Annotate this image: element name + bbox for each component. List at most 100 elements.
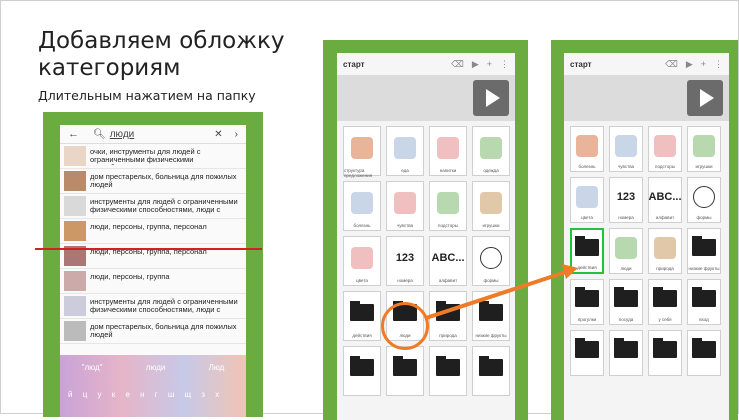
suggestion-item[interactable]: "люд" bbox=[82, 363, 103, 372]
search-result-row[interactable]: дом престарелых, больница для пожилых лю… bbox=[60, 169, 246, 194]
symbol-tile[interactable]: прогулки bbox=[570, 279, 604, 325]
symbol-tile[interactable]: чувства bbox=[386, 181, 424, 231]
folder-icon bbox=[692, 287, 716, 307]
symbol-tile[interactable] bbox=[429, 346, 467, 396]
symbol-tile[interactable]: низкие фрукты bbox=[687, 228, 721, 274]
folder-icon bbox=[436, 301, 460, 321]
pictogram-icon bbox=[654, 236, 676, 259]
search-result-row[interactable]: люди, персоны, группа bbox=[60, 269, 246, 294]
symbol-tile[interactable]: структура предложения bbox=[343, 126, 381, 178]
keyboard-keys[interactable]: й ц у к е н г ш щ з х bbox=[60, 372, 246, 399]
play-small-icon[interactable]: ▶ bbox=[686, 59, 693, 70]
suggestion-item[interactable]: люди bbox=[146, 363, 166, 372]
symbol-tile[interactable] bbox=[570, 330, 604, 376]
slide-title: Добавляем обложку категориям bbox=[38, 28, 285, 81]
symbol-tile[interactable]: формы bbox=[472, 236, 510, 286]
keyboard-suggestions: "люд" люди Люд bbox=[60, 355, 246, 372]
forward-arrow-icon[interactable]: › bbox=[235, 129, 238, 140]
symbol-tile[interactable]: чувства bbox=[609, 126, 643, 172]
symbol-tile[interactable]: игрушки bbox=[472, 181, 510, 231]
backspace-icon[interactable]: ⌫ bbox=[451, 59, 464, 70]
symbol-tile[interactable]: действия bbox=[570, 228, 604, 274]
symbol-tile[interactable]: природа bbox=[648, 228, 682, 274]
search-input[interactable]: люди bbox=[110, 129, 135, 140]
symbol-tile[interactable]: вход bbox=[687, 279, 721, 325]
symbol-tile[interactable]: низкие фрукты bbox=[472, 291, 510, 341]
symbol-picture bbox=[571, 331, 603, 368]
symbol-label: игрушки bbox=[695, 164, 713, 169]
back-arrow-icon[interactable]: ← bbox=[68, 128, 79, 140]
suggestion-item[interactable]: Люд bbox=[209, 363, 225, 372]
keyboard[interactable]: "люд" люди Люд й ц у к е н г ш щ з х bbox=[60, 355, 246, 417]
symbol-thumbnail bbox=[64, 171, 86, 191]
symbol-tile[interactable]: цвета bbox=[343, 236, 381, 286]
search-result-row[interactable]: инструменты для людей с ограниченными фи… bbox=[60, 194, 246, 219]
symbol-tile[interactable]: посуда bbox=[609, 279, 643, 325]
search-result-label: дом престарелых, больница для пожилых лю… bbox=[90, 322, 237, 339]
search-result-label: люди, персоны, группа, персонал bbox=[90, 247, 207, 256]
backspace-icon[interactable]: ⌫ bbox=[665, 59, 678, 70]
search-result-row[interactable]: дом престарелых, больница для пожилых лю… bbox=[60, 319, 246, 344]
search-result-label: инструменты для людей с ограниченными фи… bbox=[90, 197, 238, 215]
folder-icon bbox=[350, 301, 374, 321]
play-small-icon[interactable]: ▶ bbox=[472, 59, 479, 70]
symbol-tile[interactable] bbox=[648, 330, 682, 376]
play-button[interactable] bbox=[687, 80, 723, 116]
folder-icon bbox=[479, 301, 503, 321]
symbol-tile[interactable]: формы bbox=[687, 177, 721, 223]
symbol-tile[interactable]: ABC... алфавит bbox=[429, 236, 467, 286]
symbol-tile[interactable]: одежда bbox=[472, 126, 510, 176]
symbol-tile[interactable] bbox=[687, 330, 721, 376]
symbol-picture bbox=[688, 331, 720, 368]
symbol-tile[interactable]: природа bbox=[429, 291, 467, 341]
symbol-tile[interactable]: подсторы bbox=[648, 126, 682, 172]
symbol-tile[interactable] bbox=[386, 346, 424, 396]
symbol-tile[interactable] bbox=[472, 346, 510, 396]
symbol-tile[interactable]: действия bbox=[343, 291, 381, 341]
symbol-tile[interactable]: болезнь bbox=[343, 181, 381, 231]
search-result-label: дом престарелых, больница для пожилых лю… bbox=[90, 172, 237, 189]
symbol-tile[interactable] bbox=[343, 346, 381, 396]
folder-icon bbox=[350, 356, 374, 376]
symbol-tile[interactable]: еда bbox=[386, 126, 424, 176]
symbol-picture: ABC... bbox=[649, 178, 682, 215]
add-icon[interactable]: + bbox=[701, 59, 706, 69]
clear-icon[interactable]: ✕ bbox=[214, 129, 222, 140]
symbol-label: природа bbox=[439, 333, 457, 338]
symbol-tile[interactable]: игрушки bbox=[687, 126, 721, 172]
symbol-tile[interactable]: подсторы bbox=[429, 181, 467, 231]
more-icon[interactable]: ⋮ bbox=[500, 59, 509, 70]
app-screenshot-left: старт ⌫ ▶ + ⋮ структура предложения еда на… bbox=[323, 40, 528, 420]
more-icon[interactable]: ⋮ bbox=[714, 59, 723, 70]
app-toolbar: старт ⌫ ▶ + ⋮ bbox=[564, 53, 729, 75]
symbol-tile[interactable]: люди bbox=[609, 228, 643, 274]
folder-icon bbox=[653, 287, 677, 307]
pictogram-icon bbox=[576, 134, 598, 157]
symbol-tile[interactable]: напитки bbox=[429, 126, 467, 176]
play-button[interactable] bbox=[473, 80, 509, 116]
pictogram-icon bbox=[480, 191, 502, 214]
symbol-tile[interactable]: ABC... алфавит bbox=[648, 177, 682, 223]
search-result-row[interactable]: люди, персоны, группа, персонал bbox=[60, 219, 246, 244]
search-result-label: очки, инструменты для людей с ограниченн… bbox=[90, 147, 201, 165]
search-result-row[interactable]: инструменты для людей с ограниченными фи… bbox=[60, 294, 246, 319]
symbol-tile[interactable]: болезнь bbox=[570, 126, 604, 172]
folder-icon bbox=[575, 338, 599, 358]
search-bar[interactable]: ← 🔍︎ люди ✕ › bbox=[60, 125, 246, 144]
folder-icon bbox=[575, 236, 599, 256]
pictogram-icon bbox=[576, 185, 598, 208]
symbol-tile[interactable] bbox=[609, 330, 643, 376]
symbol-tile[interactable]: у себя bbox=[648, 279, 682, 325]
add-icon[interactable]: + bbox=[487, 59, 492, 69]
symbol-label: еда bbox=[401, 168, 409, 173]
symbol-thumbnail bbox=[64, 146, 86, 166]
symbol-label: номера bbox=[397, 278, 413, 283]
folder-icon bbox=[436, 356, 460, 376]
folder-icon bbox=[614, 338, 638, 358]
symbol-picture bbox=[688, 229, 720, 266]
symbol-picture bbox=[649, 331, 681, 368]
symbol-tile[interactable]: цвета bbox=[570, 177, 604, 223]
symbol-tile[interactable]: 123 номера bbox=[609, 177, 643, 223]
symbol-tile[interactable]: 123 номера bbox=[386, 236, 424, 286]
search-result-row[interactable]: очки, инструменты для людей с ограниченн… bbox=[60, 144, 246, 169]
